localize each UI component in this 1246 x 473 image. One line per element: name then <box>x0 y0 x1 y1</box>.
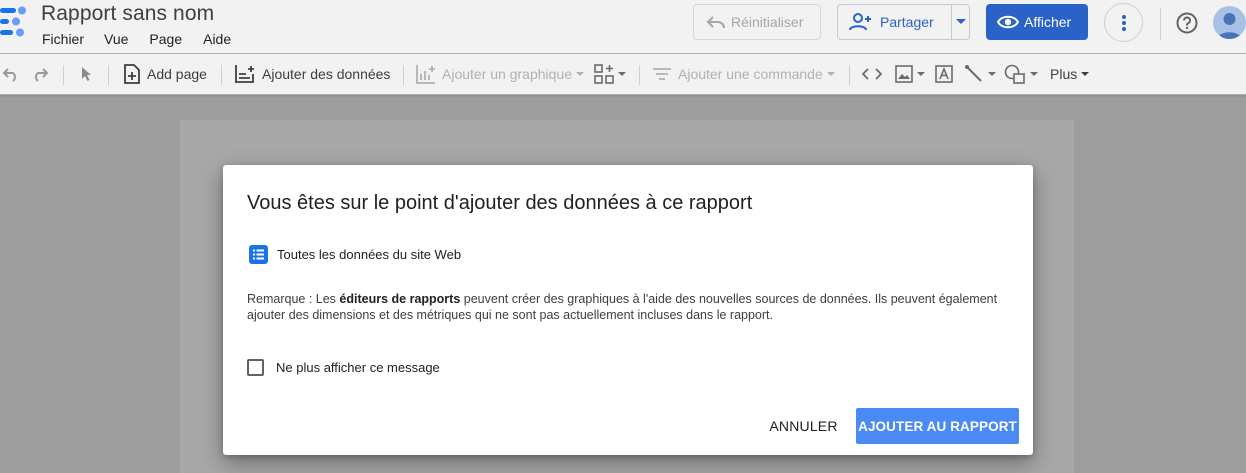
cancel-button[interactable]: ANNULER <box>763 408 844 444</box>
line-tool-icon <box>965 65 982 82</box>
redo-button[interactable] <box>31 54 49 94</box>
widgets-icon <box>594 64 614 84</box>
share-button[interactable]: Partager <box>838 5 952 39</box>
dialog-note: Remarque : Les éditeurs de rapports peuv… <box>247 292 1017 323</box>
add-chart-label: Ajouter un graphique <box>442 66 572 82</box>
view-button[interactable]: Afficher <box>986 4 1088 40</box>
add-data-table-icon <box>234 64 256 84</box>
chevron-down-icon <box>1030 72 1038 76</box>
chevron-down-icon <box>917 72 925 76</box>
shape-button[interactable] <box>1004 54 1038 94</box>
embed-url-button[interactable] <box>862 54 882 94</box>
share-label: Partager <box>880 14 934 30</box>
filter-list-icon <box>652 67 672 81</box>
editor-toolbar: Add page Ajouter des données Ajouter un … <box>0 54 1246 95</box>
report-title[interactable]: Rapport sans nom <box>41 2 214 26</box>
undo-icon <box>2 68 16 82</box>
shapes-icon <box>1004 64 1025 84</box>
menu-fichier[interactable]: Fichier <box>42 31 84 47</box>
chevron-down-icon <box>576 72 584 76</box>
image-icon <box>895 65 913 83</box>
redo-icon <box>35 68 49 82</box>
select-tool-button[interactable] <box>81 54 93 94</box>
dont-show-again-label: Ne plus afficher ce message <box>276 360 440 375</box>
menu-vue[interactable]: Vue <box>104 31 128 47</box>
code-brackets-icon <box>862 68 882 80</box>
help-button[interactable] <box>1175 11 1199 35</box>
view-label: Afficher <box>1024 14 1072 30</box>
toolbar-divider <box>849 65 850 85</box>
toolbar-divider <box>403 65 404 85</box>
dont-show-again-checkbox[interactable] <box>247 359 264 376</box>
note-prefix: Remarque : Les <box>247 292 340 306</box>
person-add-icon <box>848 13 872 31</box>
user-silhouette-icon <box>1217 13 1242 39</box>
add-chart-button[interactable]: Ajouter un graphique <box>416 54 584 94</box>
menu-aide[interactable]: Aide <box>203 31 231 47</box>
add-chart-icon <box>416 64 436 84</box>
toolbar-divider <box>63 65 64 85</box>
more-vert-icon <box>1121 14 1126 31</box>
more-options-button[interactable] <box>1104 3 1143 42</box>
undo-button[interactable] <box>2 54 20 94</box>
dont-show-again-row[interactable]: Ne plus afficher ce message <box>247 359 440 376</box>
menu-bar: Fichier Vue Page Aide <box>42 31 251 47</box>
chevron-down-icon <box>618 72 626 76</box>
datasource-name: Toutes les données du site Web <box>277 247 462 262</box>
toolbar-divider <box>639 65 640 85</box>
line-button[interactable] <box>964 54 996 94</box>
community-viz-button[interactable] <box>594 54 626 94</box>
header-divider <box>1160 8 1161 40</box>
share-button-group: Partager <box>837 4 970 40</box>
more-tools-label: Plus <box>1050 66 1078 82</box>
dialog-title: Vous êtes sur le point d'ajouter des don… <box>247 192 753 214</box>
add-data-button[interactable]: Ajouter des données <box>234 54 390 94</box>
text-box-button[interactable] <box>935 54 953 94</box>
toolbar-divider <box>221 65 222 85</box>
note-bold: éditeurs de rapports <box>339 292 461 306</box>
add-page-icon <box>123 64 141 84</box>
add-data-dialog: Vous êtes sur le point d'ajouter des don… <box>223 165 1033 455</box>
undo-arrow-icon <box>705 14 727 30</box>
add-control-label: Ajouter une commande <box>678 66 823 82</box>
add-data-label: Ajouter des données <box>262 66 391 82</box>
chevron-down-icon <box>826 72 835 76</box>
add-page-button[interactable]: Add page <box>123 54 207 94</box>
reset-button[interactable]: Réinitialiser <box>693 4 821 40</box>
toolbar-divider <box>108 65 109 85</box>
text-box-icon <box>935 65 953 83</box>
cursor-arrow-icon <box>82 67 91 81</box>
chevron-down-icon <box>1081 72 1090 76</box>
more-tools-button[interactable]: Plus <box>1050 54 1090 94</box>
add-page-label: Add page <box>147 66 207 82</box>
account-avatar[interactable] <box>1213 6 1246 39</box>
image-button[interactable] <box>895 54 925 94</box>
chevron-down-icon <box>988 72 996 76</box>
datasource-item: Toutes les données du site Web <box>249 245 461 264</box>
app-header: Rapport sans nom Fichier Vue Page Aide R… <box>0 0 1246 54</box>
add-control-button[interactable]: Ajouter une commande <box>652 54 835 94</box>
share-dropdown-caret-icon[interactable] <box>952 19 969 25</box>
eye-icon <box>997 14 1019 30</box>
datasource-list-icon <box>249 245 268 264</box>
help-icon <box>1176 12 1198 34</box>
menu-page[interactable]: Page <box>149 31 182 47</box>
data-studio-logo-icon[interactable] <box>0 6 30 40</box>
add-to-report-button[interactable]: AJOUTER AU RAPPORT <box>856 408 1019 444</box>
reset-label: Réinitialiser <box>731 14 804 30</box>
